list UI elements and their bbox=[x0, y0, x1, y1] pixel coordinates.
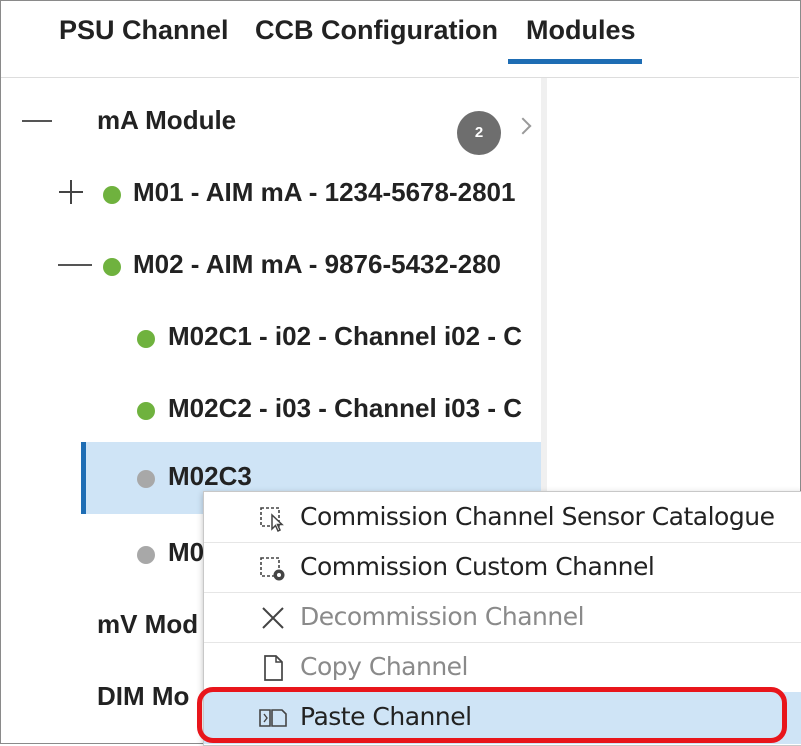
commission-custom-icon bbox=[260, 557, 285, 581]
tree-item-channel[interactable]: M02C2 - i03 - Channel i03 - C bbox=[1, 374, 541, 446]
tree-item-module[interactable]: M02 - AIM mA - 9876-5432-280 bbox=[1, 230, 541, 302]
channel-label: M02C1 - i02 - Channel i02 - C bbox=[168, 321, 522, 351]
menu-item-commission-catalogue[interactable]: Commission Channel Sensor Catalogue bbox=[204, 492, 801, 543]
status-dot-icon bbox=[137, 402, 155, 420]
collapse-icon[interactable] bbox=[58, 264, 92, 266]
channel-label: M0 bbox=[168, 537, 205, 567]
group-label: mA Module bbox=[97, 105, 237, 135]
expand-icon[interactable] bbox=[59, 180, 83, 204]
status-dot-icon bbox=[137, 546, 155, 564]
module-label: M02 - AIM mA - 9876-5432-280 bbox=[133, 249, 502, 279]
menu-item-commission-custom[interactable]: Commission Custom Channel bbox=[204, 542, 801, 593]
tree-group-ma-module[interactable]: mA Module 2 bbox=[1, 86, 541, 158]
status-dot-icon bbox=[103, 258, 121, 276]
tab-modules[interactable]: Modules bbox=[526, 13, 636, 53]
menu-item-label: Commission Channel Sensor Catalogue bbox=[300, 502, 775, 531]
status-dot-icon bbox=[137, 330, 155, 348]
menu-item-label: Copy Channel bbox=[300, 652, 469, 681]
group-label: mV Mod bbox=[97, 609, 199, 639]
menu-item-label: Commission Custom Channel bbox=[300, 552, 655, 581]
tab-bar: PSU Channel CCB Configuration Modules bbox=[1, 1, 799, 78]
document-icon bbox=[264, 655, 283, 681]
menu-item-copy[interactable]: Copy Channel bbox=[204, 642, 801, 693]
group-label: DIM Mo bbox=[97, 681, 190, 711]
chevron-right-icon[interactable] bbox=[514, 117, 532, 135]
close-icon bbox=[262, 607, 284, 629]
collapse-icon[interactable] bbox=[22, 120, 52, 122]
status-dot-icon bbox=[103, 186, 121, 204]
count-badge: 2 bbox=[457, 111, 501, 155]
menu-item-label: Decommission Channel bbox=[300, 602, 585, 631]
annotation-highlight-box bbox=[197, 687, 787, 743]
selection-indicator bbox=[81, 442, 86, 514]
tree-item-channel[interactable]: M02C1 - i02 - Channel i02 - C bbox=[1, 302, 541, 374]
tab-ccb-configuration[interactable]: CCB Configuration bbox=[255, 13, 498, 53]
menu-item-decommission[interactable]: Decommission Channel bbox=[204, 592, 801, 643]
status-dot-icon bbox=[137, 470, 155, 488]
channel-label: M02C2 - i03 - Channel i03 - C bbox=[168, 393, 522, 423]
commission-catalogue-icon bbox=[260, 507, 284, 533]
tree-item-module[interactable]: M01 - AIM mA - 1234-5678-2801 bbox=[1, 158, 541, 230]
module-label: M01 - AIM mA - 1234-5678-2801 bbox=[133, 177, 516, 207]
active-tab-indicator bbox=[508, 59, 642, 64]
channel-label: M02C3 bbox=[168, 461, 252, 491]
tab-psu-channel[interactable]: PSU Channel bbox=[59, 13, 229, 53]
